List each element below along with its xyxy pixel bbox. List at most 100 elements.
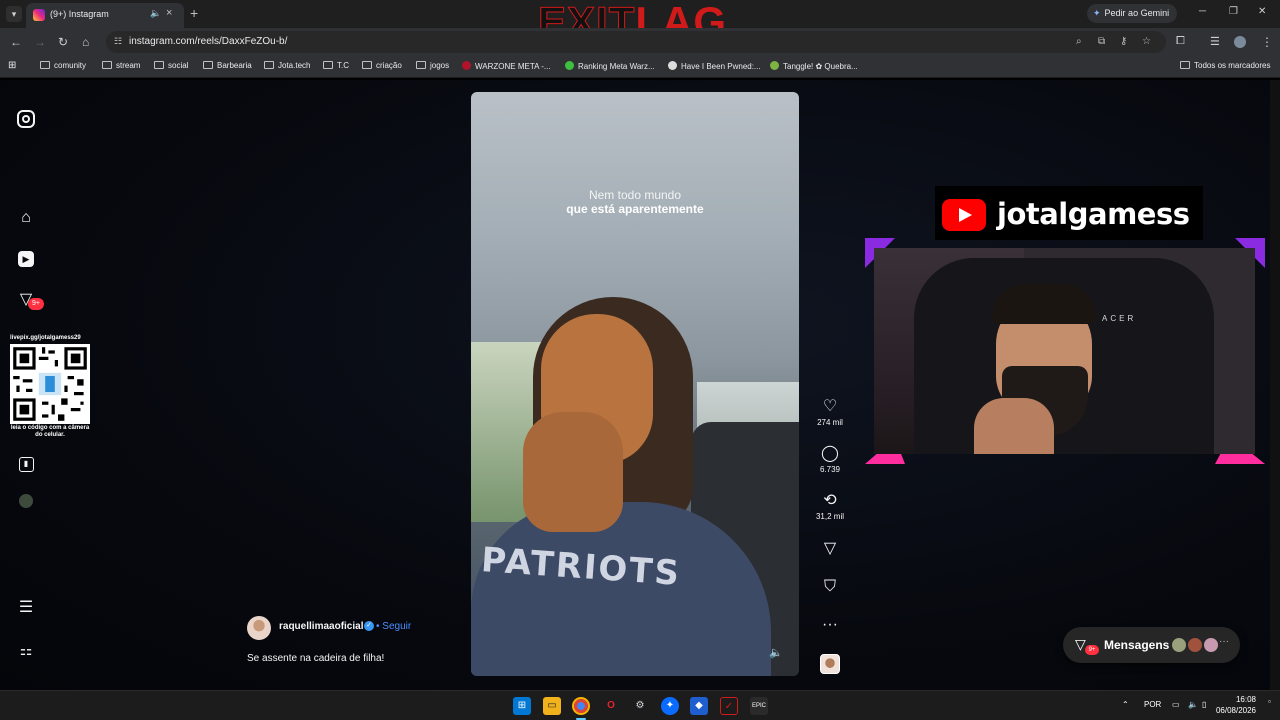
reels-icon[interactable]: ▶ bbox=[16, 248, 36, 268]
page-scrollbar[interactable] bbox=[1270, 80, 1280, 690]
url-text: instagram.com/reels/DaxxFeZOu-b/ bbox=[129, 36, 288, 47]
audio-toggle-icon[interactable]: 🔈 bbox=[769, 646, 783, 659]
network-icon[interactable]: ▭ bbox=[1172, 700, 1180, 709]
menu-icon[interactable]: ☰ bbox=[16, 598, 36, 618]
messages-label: Mensagens bbox=[1104, 638, 1170, 652]
apps-icon[interactable]: ⚏ bbox=[16, 640, 36, 660]
bookmark-folder-stream[interactable]: stream bbox=[102, 61, 140, 70]
close-tab-icon[interactable]: × bbox=[166, 7, 172, 19]
qr-url: livepix.gg/jotalgamess29 bbox=[10, 335, 81, 341]
maximize-icon[interactable]: ❐ bbox=[1229, 6, 1238, 17]
repost-count: 31,2 mil bbox=[815, 512, 844, 521]
epic-games-icon[interactable]: EPIC bbox=[750, 697, 768, 715]
bookmark-tanggle[interactable]: Tanggle! ✿ Quebra... bbox=[770, 61, 858, 71]
windows-taskbar: ⊞ ▭ O ⚙ ✦ ◆ ✓ EPIC ⌃ POR ▭ 🔈 ▯ 16:08 06/… bbox=[0, 690, 1280, 720]
messages-badge: 9+ bbox=[1085, 645, 1099, 655]
more-contacts-icon: ··· bbox=[1219, 636, 1229, 647]
bookmark-folder-jotatech[interactable]: Jota.tech bbox=[264, 61, 310, 70]
steam-icon[interactable]: ⚙ bbox=[631, 697, 649, 715]
original-audio-thumbnail[interactable] bbox=[820, 654, 840, 674]
volume-icon[interactable]: 🔈 bbox=[1188, 700, 1198, 709]
extensions-icon[interactable]: ⧠ bbox=[1176, 35, 1185, 48]
instagram-page: ⌂ ▶ ▽ 9+ ▮ ☰ ⚏ livepix.gg/jotalgamess29 … bbox=[0, 80, 1280, 690]
start-menu-icon[interactable]: ⊞ bbox=[513, 697, 531, 715]
app-icon[interactable]: ◆ bbox=[690, 697, 708, 715]
bookmark-folder-jogos[interactable]: jogos bbox=[416, 61, 449, 70]
install-icon[interactable]: ⧉ bbox=[1098, 36, 1105, 47]
bookmark-have-i-been-pwned[interactable]: Have I Been Pwned:... bbox=[668, 61, 761, 71]
file-explorer-icon[interactable]: ▭ bbox=[543, 697, 561, 715]
more-options-button[interactable]: ··· bbox=[812, 616, 848, 634]
tray-overflow-icon[interactable]: ⌃ bbox=[1122, 700, 1129, 709]
home-icon[interactable]: ⌂ bbox=[82, 35, 89, 49]
bookmark-folder-social[interactable]: social bbox=[154, 61, 188, 70]
close-window-icon[interactable]: ✕ bbox=[1258, 6, 1266, 17]
follow-button[interactable]: • Seguir bbox=[376, 621, 411, 632]
new-tab-button[interactable]: + bbox=[190, 5, 198, 21]
author-username[interactable]: raquellimaaoficial bbox=[279, 621, 363, 632]
livepix-qr-overlay: livepix.gg/jotalgamess29 leia o código c… bbox=[6, 333, 94, 441]
profile-avatar[interactable] bbox=[1234, 36, 1246, 48]
like-button[interactable]: ♡ 274 mil bbox=[812, 398, 848, 428]
bookmark-ranking-meta[interactable]: Ranking Meta Warz... bbox=[565, 61, 655, 71]
channel-name: jotalgamess bbox=[997, 197, 1190, 231]
password-key-icon[interactable]: ⚷ bbox=[1120, 36, 1127, 47]
send-icon: ▽ bbox=[823, 540, 837, 557]
messages-button[interactable]: ▽ 9+ Mensagens ··· bbox=[1063, 627, 1240, 663]
reload-icon[interactable]: ↻ bbox=[58, 35, 68, 49]
instagram-icon[interactable] bbox=[17, 110, 35, 128]
reel-description: Se assente na cadeira de filha! bbox=[247, 653, 385, 664]
chrome-icon[interactable] bbox=[572, 697, 590, 715]
reel-video[interactable]: PATRIOTS Nem todo mundo que está aparent… bbox=[471, 92, 799, 676]
bookmark-folder-comunity[interactable]: comunity bbox=[40, 61, 86, 70]
minimize-icon[interactable]: ─ bbox=[1199, 6, 1206, 17]
gemini-button[interactable]: ✦ Pedir ao Gemini bbox=[1087, 4, 1177, 23]
instagram-favicon-icon bbox=[33, 9, 45, 21]
home-icon[interactable]: ⌂ bbox=[16, 208, 36, 228]
save-button[interactable]: ⛉ bbox=[812, 578, 848, 596]
tab-search-button[interactable]: ▾ bbox=[6, 6, 22, 22]
chair-brand: ACER bbox=[1102, 314, 1137, 323]
comment-button[interactable]: ◯ 6.739 bbox=[812, 445, 848, 475]
language-indicator[interactable]: POR bbox=[1144, 700, 1161, 709]
opera-gx-icon[interactable]: O bbox=[602, 697, 620, 715]
profile-icon[interactable] bbox=[16, 494, 36, 514]
back-icon[interactable]: ← bbox=[10, 35, 22, 49]
system-clock[interactable]: 16:08 06/08/2026 bbox=[1206, 694, 1256, 716]
bookmarks-bar: ⊞ comunity stream social Barbearia Jota.… bbox=[0, 56, 1280, 78]
qr-caption: leia o código com a câmera do celular. bbox=[10, 425, 90, 438]
contact-avatar bbox=[1203, 637, 1219, 653]
url-field[interactable]: ☷ instagram.com/reels/DaxxFeZOu-b/ ⌕ ⧉ ⚷… bbox=[106, 31, 1166, 53]
repost-icon: ⟲ bbox=[823, 492, 837, 509]
bookmark-warzone-meta[interactable]: WARZONE META -... bbox=[462, 61, 551, 71]
bookmark-folder-tc[interactable]: T.C bbox=[323, 61, 349, 70]
zoom-icon[interactable]: ⌕ bbox=[1076, 36, 1082, 47]
reel-overlay-caption-line1: Nem todo mundo bbox=[588, 188, 682, 202]
browser-tab[interactable]: (9+) Instagram 🔈 × bbox=[26, 3, 184, 28]
share-button[interactable]: ▽ bbox=[812, 540, 848, 558]
reading-list-icon[interactable]: ☰ bbox=[1210, 35, 1220, 48]
apps-grid-icon[interactable]: ⊞ bbox=[8, 60, 16, 71]
bookmark-folder-barbearia[interactable]: Barbearia bbox=[203, 61, 252, 70]
person-hands bbox=[523, 412, 623, 532]
bookmark-star-icon[interactable]: ☆ bbox=[1142, 36, 1151, 47]
forward-icon[interactable]: → bbox=[34, 35, 46, 49]
reel-overlay-caption-line2: que está aparentemente bbox=[566, 202, 704, 216]
author-avatar[interactable] bbox=[247, 616, 271, 640]
battlenet-icon[interactable]: ✦ bbox=[661, 697, 679, 715]
comment-count: 6.739 bbox=[819, 465, 841, 474]
more-menu-icon[interactable]: ⋮ bbox=[1261, 35, 1273, 49]
clock-time: 16:08 bbox=[1235, 695, 1256, 704]
notifications-icon[interactable]: ▫ bbox=[1268, 697, 1271, 706]
tab-audio-icon[interactable]: 🔈 bbox=[150, 8, 161, 19]
heart-icon: ♡ bbox=[822, 398, 838, 415]
site-info-icon[interactable]: ☷ bbox=[114, 36, 122, 47]
verified-badge-icon: ✓ bbox=[364, 621, 374, 631]
stats-icon[interactable]: ▮ bbox=[16, 452, 36, 472]
gemini-label: Pedir ao Gemini bbox=[1104, 8, 1170, 18]
bookmark-folder-criacao[interactable]: criação bbox=[362, 61, 402, 70]
bookmark-icon: ⛉ bbox=[823, 578, 836, 595]
repost-button[interactable]: ⟲ 31,2 mil bbox=[812, 492, 848, 522]
all-bookmarks-folder[interactable]: Todos os marcadores bbox=[1180, 61, 1270, 70]
exitlag-icon[interactable]: ✓ bbox=[720, 697, 738, 715]
